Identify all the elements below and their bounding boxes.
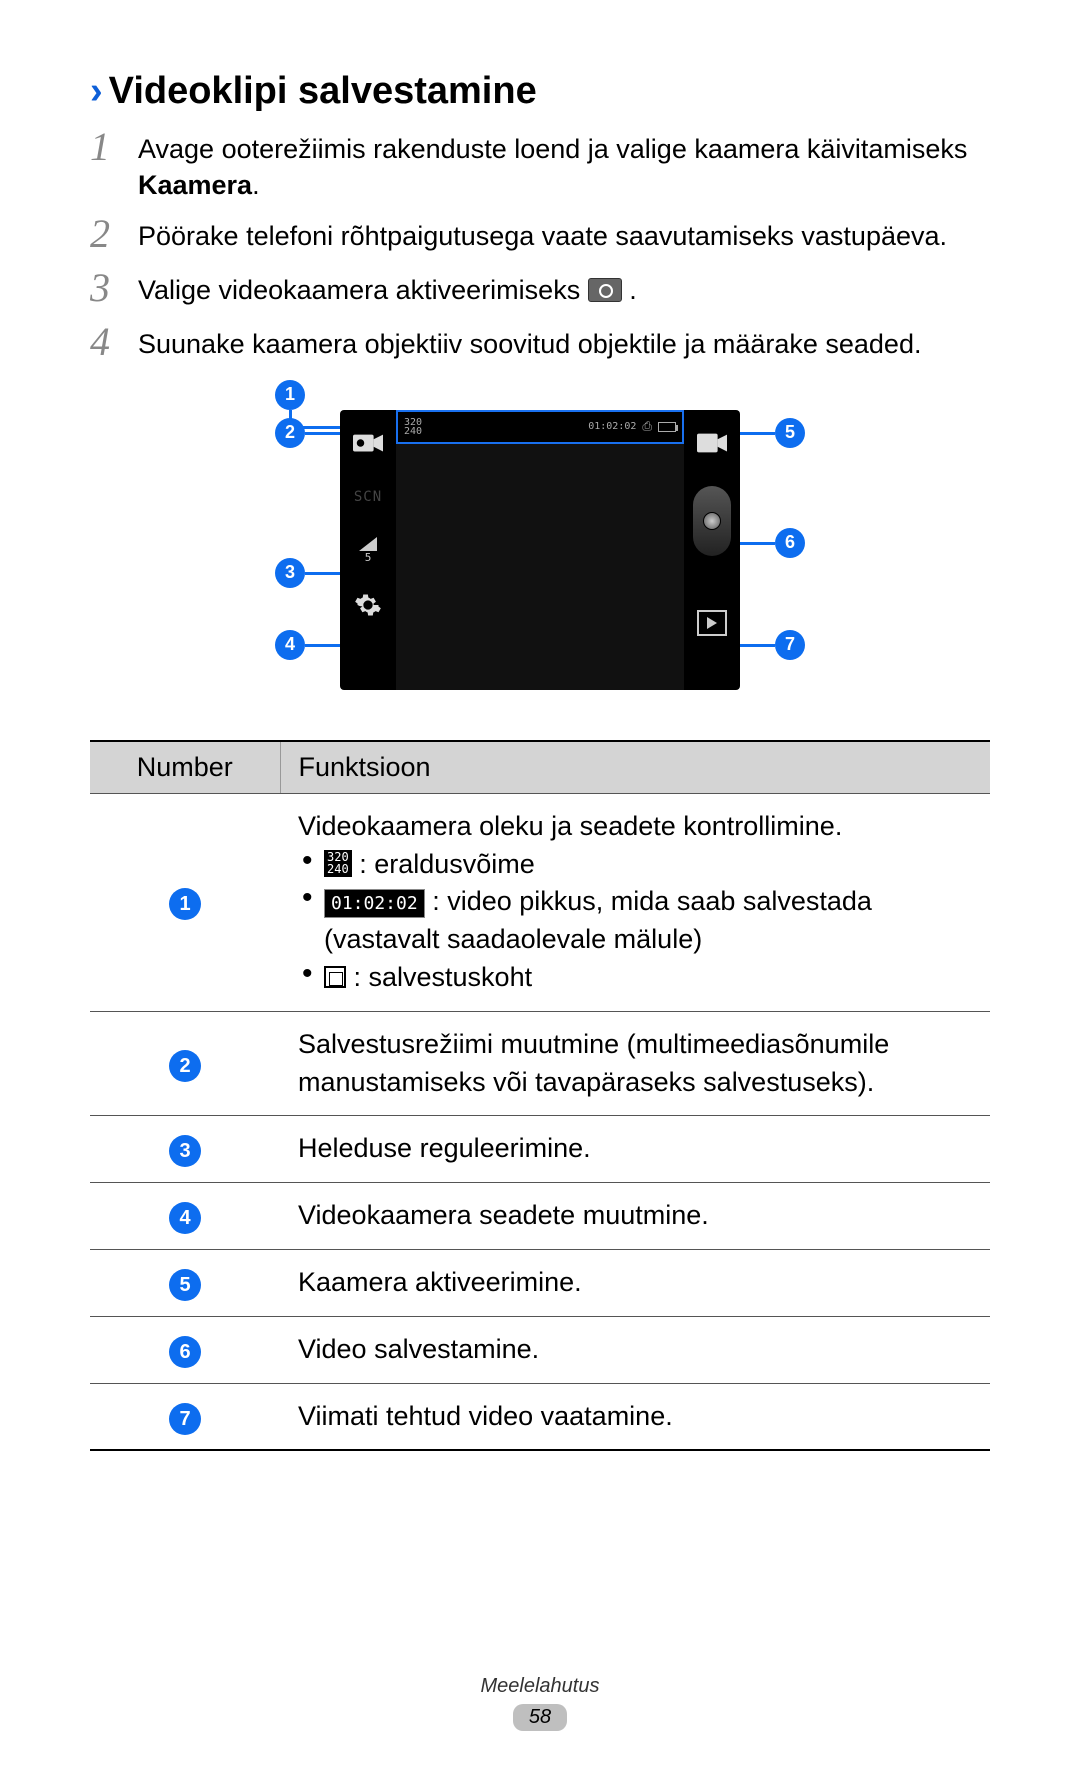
storage-icon bbox=[324, 966, 346, 988]
time-icon: 01:02:02 bbox=[324, 889, 425, 918]
callout-4: 4 bbox=[275, 630, 305, 660]
step-2: 2 Pöörake telefoni rõhtpaigutusega vaate… bbox=[90, 218, 990, 258]
row-description: Videokaamera oleku ja seadete kontrollim… bbox=[298, 808, 972, 846]
row-badge: 6 bbox=[169, 1336, 201, 1368]
callout-3: 3 bbox=[275, 558, 305, 588]
function-table: Number Funktsioon 1 Videokaamera oleku j… bbox=[90, 740, 990, 1452]
row-description: Video salvestamine. bbox=[280, 1316, 990, 1383]
camera-mode-icon bbox=[588, 278, 622, 302]
table-row: 5 Kaamera aktiveerimine. bbox=[90, 1250, 990, 1317]
step-number: 1 bbox=[90, 127, 138, 167]
step-number: 3 bbox=[90, 268, 138, 308]
resolution-indicator: 320 240 bbox=[404, 418, 422, 436]
callout-2: 2 bbox=[275, 418, 305, 448]
col-header-function: Funktsioon bbox=[280, 741, 990, 794]
table-row: 2 Salvestusrežiimi muutmine (multimeedia… bbox=[90, 1011, 990, 1116]
section-name: Meelelahutus bbox=[0, 1675, 1080, 1698]
row-badge: 4 bbox=[169, 1202, 201, 1234]
time-indicator: 01:02:02 bbox=[588, 421, 636, 432]
battery-icon bbox=[658, 422, 676, 432]
callout-5: 5 bbox=[775, 418, 805, 448]
shutter-button bbox=[693, 486, 731, 556]
table-row: 1 Videokaamera oleku ja seadete kontroll… bbox=[90, 793, 990, 1011]
right-controls bbox=[684, 410, 740, 690]
settings-icon bbox=[351, 590, 385, 620]
callout-6: 6 bbox=[775, 528, 805, 558]
row-badge: 3 bbox=[169, 1135, 201, 1167]
row-badge: 2 bbox=[169, 1050, 201, 1082]
camera-screen: SCN 5 320 240 01:02:02 ⎙ bbox=[340, 410, 740, 690]
resolution-icon: 320240 bbox=[324, 850, 352, 877]
step-number: 2 bbox=[90, 214, 138, 254]
viewfinder: 320 240 01:02:02 ⎙ bbox=[396, 410, 684, 690]
table-row: 7 Viimati tehtud video vaatamine. bbox=[90, 1383, 990, 1450]
row-badge: 7 bbox=[169, 1403, 201, 1435]
scene-mode-icon: SCN bbox=[351, 482, 385, 512]
heading-text: Videoklipi salvestamine bbox=[109, 70, 537, 112]
step-number: 4 bbox=[90, 322, 138, 362]
table-row: 4 Videokaamera seadete muutmine. bbox=[90, 1183, 990, 1250]
step-text: Valige videokaamera aktiveerimiseks . bbox=[138, 272, 990, 308]
step-4: 4 Suunake kaamera objektiiv soovitud obj… bbox=[90, 326, 990, 366]
camera-diagram: 1 2 3 4 5 6 7 SCN 5 320 bbox=[220, 380, 860, 710]
list-item: 01:02:02 : video pikkus, mida saab salve… bbox=[298, 883, 972, 959]
row-description: Salvestusrežiimi muutmine (multimeediasõ… bbox=[280, 1011, 990, 1116]
step-list: 1 Avage ooterežiimis rakenduste loend ja… bbox=[90, 131, 990, 366]
row-description: Kaamera aktiveerimine. bbox=[280, 1250, 990, 1317]
playback-icon bbox=[697, 610, 727, 636]
col-header-number: Number bbox=[90, 741, 280, 794]
callout-7: 7 bbox=[775, 630, 805, 660]
list-item: : salvestuskoht bbox=[298, 959, 972, 997]
row-description: Videokaamera seadete muutmine. bbox=[280, 1183, 990, 1250]
camera-switch-icon bbox=[695, 428, 729, 458]
status-bar: 320 240 01:02:02 ⎙ bbox=[396, 410, 684, 444]
step-3: 3 Valige videokaamera aktiveerimiseks . bbox=[90, 272, 990, 312]
step-1: 1 Avage ooterežiimis rakenduste loend ja… bbox=[90, 131, 990, 204]
record-mode-icon bbox=[351, 428, 385, 458]
row-badge: 1 bbox=[169, 888, 201, 920]
row-description: Heleduse reguleerimine. bbox=[280, 1116, 990, 1183]
storage-icon: ⎙ bbox=[642, 419, 652, 434]
chevron-right-icon: › bbox=[90, 70, 103, 112]
left-controls: SCN 5 bbox=[340, 410, 396, 690]
step-text: Avage ooterežiimis rakenduste loend ja v… bbox=[138, 131, 990, 204]
list-item: 320240 : eraldusvõime bbox=[298, 846, 972, 884]
row-badge: 5 bbox=[169, 1269, 201, 1301]
page-number: 58 bbox=[513, 1704, 567, 1731]
step-text: Pöörake telefoni rõhtpaigutusega vaate s… bbox=[138, 218, 990, 254]
exposure-icon: 5 bbox=[351, 536, 385, 566]
callout-1: 1 bbox=[275, 380, 305, 410]
section-heading: ›Videoklipi salvestamine bbox=[90, 70, 990, 113]
preview-area bbox=[396, 444, 684, 690]
step-text: Suunake kaamera objektiiv soovitud objek… bbox=[138, 326, 990, 362]
page-footer: Meelelahutus 58 bbox=[0, 1675, 1080, 1731]
table-row: 6 Video salvestamine. bbox=[90, 1316, 990, 1383]
table-row: 3 Heleduse reguleerimine. bbox=[90, 1116, 990, 1183]
row-description: Viimati tehtud video vaatamine. bbox=[280, 1383, 990, 1450]
